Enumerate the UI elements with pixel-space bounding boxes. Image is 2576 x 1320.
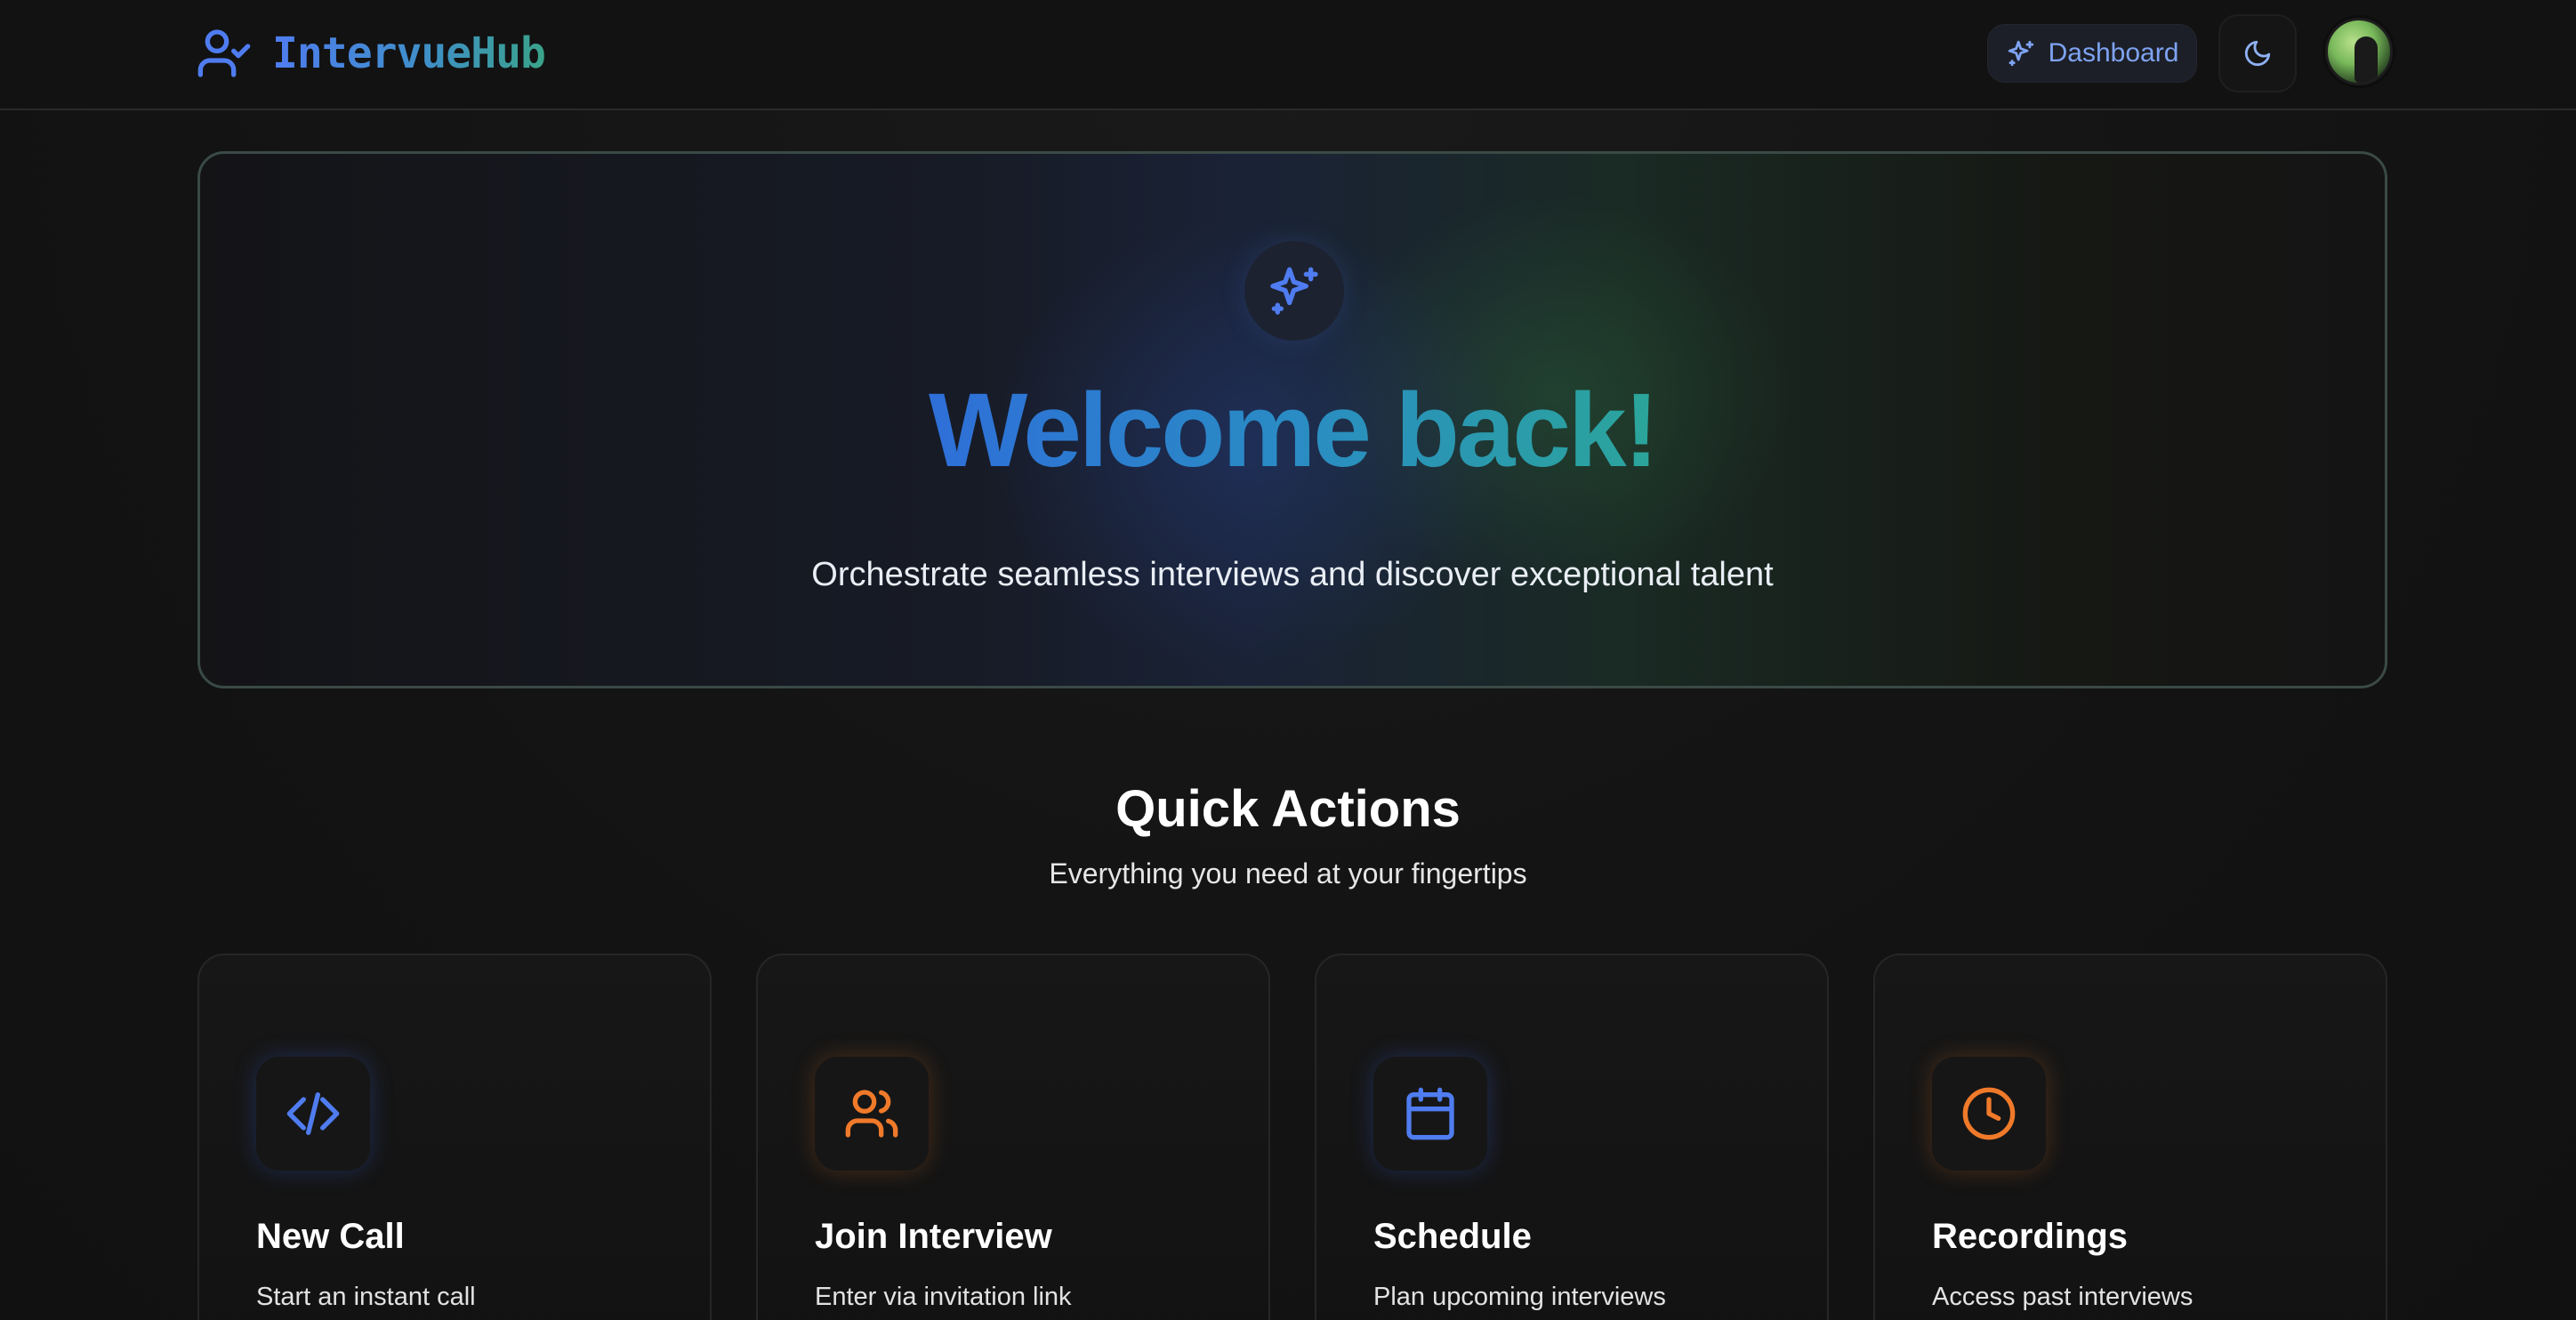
recordings-card[interactable]: Recordings Access past interviews: [1873, 954, 2387, 1320]
card-title: Schedule: [1373, 1217, 1532, 1256]
card-title: Join Interview: [815, 1217, 1052, 1256]
dashboard-label: Dashboard: [2048, 38, 2179, 68]
hero-subtitle: Orchestrate seamless interviews and disc…: [811, 556, 1774, 593]
avatar-figure: [2355, 36, 2378, 83]
card-title: New Call: [256, 1217, 405, 1256]
card-title: Recordings: [1932, 1217, 2129, 1256]
card-description: Start an instant call: [256, 1283, 476, 1311]
hero-title: Welcome back!: [200, 378, 2385, 483]
theme-toggle-button[interactable]: [2218, 14, 2297, 93]
dashboard-button[interactable]: Dashboard: [1987, 24, 2197, 83]
user-avatar[interactable]: [2325, 18, 2393, 85]
calendar-icon: [1406, 1087, 1454, 1140]
card-icon-box: [256, 1057, 370, 1171]
quick-actions-subtitle: Everything you need at your fingertips: [1049, 857, 1527, 889]
moon-icon: [2244, 40, 2271, 67]
card-icon-box: [815, 1057, 929, 1171]
card-icon-box: [1373, 1057, 1487, 1171]
new-call-card[interactable]: New Call Start an instant call: [197, 954, 712, 1320]
card-description: Enter via invitation link: [815, 1283, 1072, 1311]
hero-title-text: Welcome back!: [929, 372, 1659, 489]
join-interview-card[interactable]: Join Interview Enter via invitation link: [756, 954, 1270, 1320]
sparkles-icon: [2008, 40, 2033, 67]
top-nav: IntervueHub Dashboard: [0, 0, 2576, 110]
card-description: Plan upcoming interviews: [1373, 1283, 1666, 1311]
quick-actions-title: Quick Actions: [1115, 780, 1461, 838]
welcome-hero: Welcome back! Orchestrate seamless inter…: [197, 151, 2387, 688]
brand-name: IntervueHub: [272, 28, 546, 78]
brand-logo[interactable]: IntervueHub: [196, 25, 546, 82]
user-check-icon: [197, 29, 251, 77]
users-icon: [845, 1090, 898, 1138]
hero-badge: [1244, 241, 1344, 341]
code-icon: [286, 1092, 340, 1135]
card-description: Access past interviews: [1932, 1283, 2194, 1311]
clock-icon: [1962, 1087, 2016, 1140]
card-icon-box: [1932, 1057, 2046, 1171]
sparkles-icon: [1270, 267, 1318, 315]
schedule-card[interactable]: Schedule Plan upcoming interviews: [1315, 954, 1829, 1320]
